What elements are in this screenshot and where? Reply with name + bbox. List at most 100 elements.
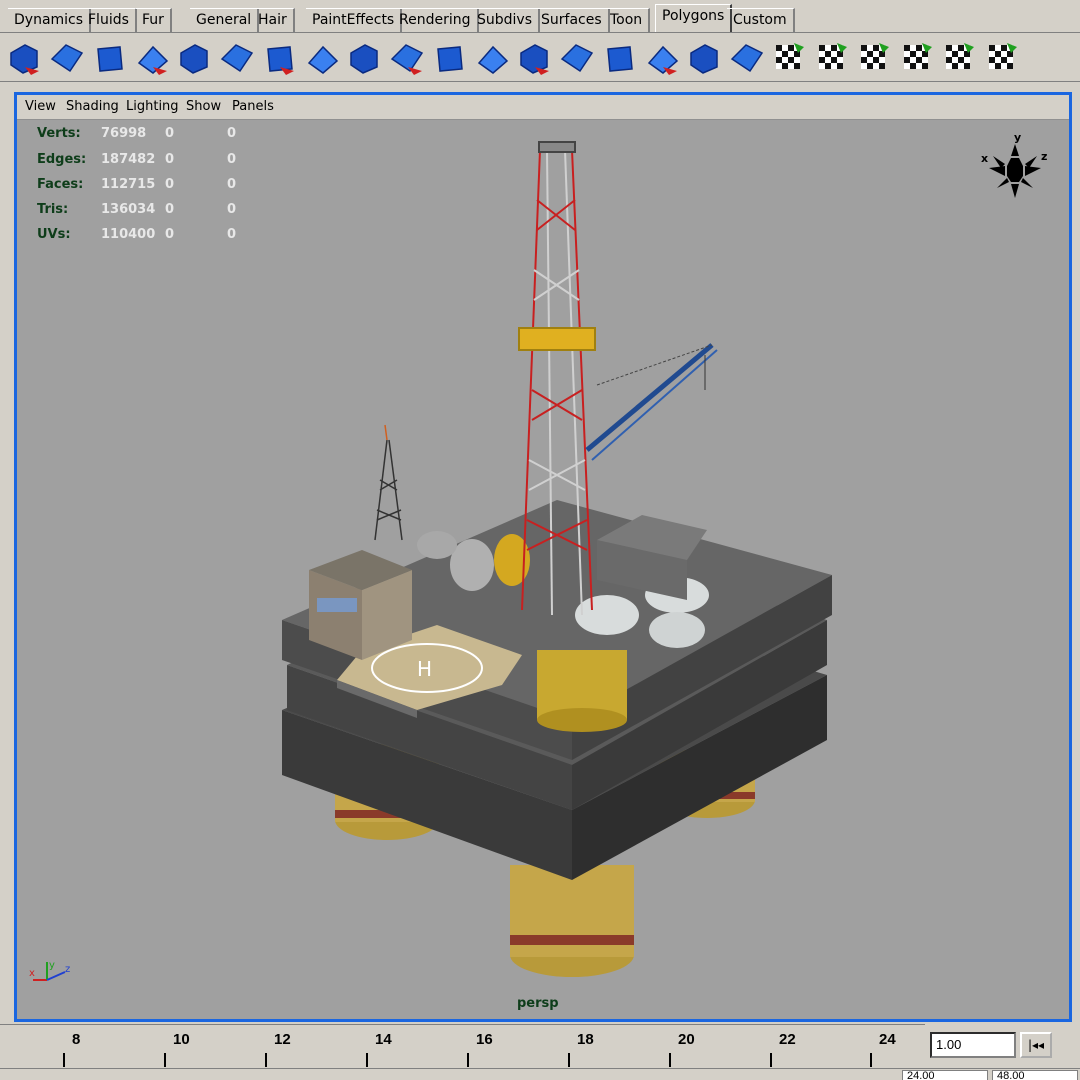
uv-project-tool-button[interactable] bbox=[939, 37, 979, 79]
face-bevel-icon bbox=[390, 44, 423, 75]
sphere-select-icon bbox=[10, 44, 39, 75]
plane-grid-tool-button[interactable] bbox=[217, 37, 257, 79]
cube-extrude-tool-button[interactable] bbox=[302, 37, 342, 79]
tick-label: 18 bbox=[577, 1031, 594, 1048]
time-tick bbox=[265, 1053, 267, 1067]
face-wedge-icon bbox=[607, 46, 633, 72]
cube-scatter-tool-button[interactable] bbox=[47, 37, 87, 79]
time-tick bbox=[467, 1053, 469, 1067]
tick-label: 12 bbox=[274, 1031, 291, 1048]
tick-label: 22 bbox=[779, 1031, 796, 1048]
uv-checker-icon bbox=[776, 43, 804, 69]
uv-cylinder-icon bbox=[861, 43, 889, 69]
time-tick bbox=[568, 1053, 570, 1067]
range-start-field[interactable]: 24.00 bbox=[902, 1070, 988, 1080]
time-tick bbox=[164, 1053, 166, 1067]
viewport-panel: View Shading Lighting Show Panels Verts:… bbox=[14, 92, 1072, 1022]
tick-label: 8 bbox=[72, 1031, 81, 1048]
uv-sphere-icon bbox=[903, 43, 932, 69]
3d-viewport[interactable]: Verts: 76998 0 0 Edges: 187482 0 0 Faces… bbox=[17, 120, 1069, 1019]
uv-cylinder-tool-button[interactable] bbox=[854, 37, 894, 79]
tick-label: 24 bbox=[879, 1031, 896, 1048]
time-tick bbox=[870, 1053, 872, 1067]
gizmo-x-label: x bbox=[29, 968, 35, 979]
uv-map-tool-button[interactable] bbox=[812, 37, 852, 79]
face-lift-icon bbox=[647, 45, 678, 75]
cube-extrude-icon bbox=[307, 45, 338, 74]
plane-pivot-tool-button[interactable] bbox=[727, 37, 767, 79]
tick-label: 10 bbox=[173, 1031, 190, 1048]
sphere-arrow-tool-button[interactable] bbox=[89, 37, 129, 79]
panel-menu-bar: View Shading Lighting Show Panels bbox=[17, 95, 1069, 120]
face-bevel-tool-button[interactable] bbox=[387, 37, 427, 79]
cube-wire-icon bbox=[180, 44, 208, 74]
plane-cut-tool-button[interactable] bbox=[259, 37, 299, 79]
face-duplicate-tool-button[interactable] bbox=[684, 37, 724, 79]
uv-map-icon bbox=[818, 43, 847, 69]
cube-scatter-icon bbox=[50, 44, 83, 73]
uv-sphere-tool-button[interactable] bbox=[897, 37, 937, 79]
menu-show[interactable]: Show bbox=[186, 99, 221, 114]
tick-label: 14 bbox=[375, 1031, 392, 1048]
sphere-select-tool-button[interactable] bbox=[4, 37, 44, 79]
uv-checker-tool-button[interactable] bbox=[769, 37, 809, 79]
menu-shading[interactable]: Shading bbox=[66, 99, 119, 114]
time-slider[interactable]: 8 10 12 14 16 18 20 22 24 bbox=[0, 1024, 925, 1068]
tick-label: 20 bbox=[678, 1031, 695, 1048]
menu-lighting[interactable]: Lighting bbox=[126, 99, 179, 114]
face-extrude-tool-button[interactable] bbox=[429, 37, 469, 79]
cube-wire-tool-button[interactable] bbox=[174, 37, 214, 79]
tab-general[interactable]: General bbox=[190, 8, 260, 32]
gizmo-z-label: z bbox=[65, 964, 70, 975]
cube-sphere-tool-button[interactable] bbox=[132, 37, 172, 79]
uv-editor-tool-button[interactable] bbox=[982, 37, 1022, 79]
time-tick bbox=[669, 1053, 671, 1067]
edge-loop-tool-button[interactable] bbox=[514, 37, 554, 79]
tab-fur[interactable]: Fur bbox=[136, 8, 172, 32]
edge-loop-icon bbox=[520, 44, 549, 75]
current-frame-field[interactable]: 1.00 bbox=[930, 1032, 1016, 1058]
menu-panels[interactable]: Panels bbox=[232, 99, 274, 114]
tab-subdivs[interactable]: Subdivs bbox=[471, 8, 541, 32]
time-tick bbox=[366, 1053, 368, 1067]
tab-custom[interactable]: Custom bbox=[727, 8, 795, 32]
tab-fluids[interactable]: Fluids bbox=[82, 8, 137, 32]
shelf-toolbar bbox=[0, 32, 1080, 82]
plane-cut-icon bbox=[267, 46, 294, 75]
tick-label: 16 bbox=[476, 1031, 493, 1048]
face-lift-tool-button[interactable] bbox=[642, 37, 682, 79]
crane-boom bbox=[585, 343, 718, 461]
plane-grid-icon bbox=[220, 44, 253, 73]
tab-rendering[interactable]: Rendering bbox=[393, 8, 479, 32]
time-tick bbox=[770, 1053, 772, 1067]
axis-gizmo-icon: x y z bbox=[29, 960, 70, 981]
rewind-icon: |◂◂ bbox=[1027, 1038, 1045, 1052]
face-merge-tool-button[interactable] bbox=[472, 37, 512, 79]
edge-split-tool-button[interactable] bbox=[557, 37, 597, 79]
tab-hair[interactable]: Hair bbox=[252, 8, 295, 32]
uv-project-icon bbox=[946, 43, 974, 69]
range-end-field[interactable]: 48.00 bbox=[992, 1070, 1078, 1080]
gizmo-y-label: y bbox=[49, 960, 55, 971]
tab-toon[interactable]: Toon bbox=[604, 8, 651, 32]
edge-split-icon bbox=[560, 44, 593, 73]
face-wedge-tool-button[interactable] bbox=[599, 37, 639, 79]
plane-pivot-icon bbox=[730, 44, 763, 73]
shelf-tab-bar: Dynamics Fluids Fur General Hair PaintEf… bbox=[0, 0, 1080, 32]
tab-painteffects[interactable]: PaintEffects bbox=[306, 8, 403, 32]
face-split-tool-button[interactable] bbox=[344, 37, 384, 79]
sphere-arrow-icon bbox=[97, 46, 123, 72]
tab-dynamics[interactable]: Dynamics bbox=[8, 8, 92, 32]
rewind-button[interactable]: |◂◂ bbox=[1020, 1032, 1052, 1058]
tab-surfaces[interactable]: Surfaces bbox=[535, 8, 610, 32]
face-duplicate-icon bbox=[690, 44, 718, 74]
comm-mast bbox=[374, 424, 403, 541]
time-tick bbox=[63, 1053, 65, 1067]
cube-sphere-icon bbox=[137, 45, 168, 75]
camera-name-label: persp bbox=[517, 996, 559, 1011]
uv-editor-icon bbox=[988, 43, 1017, 69]
tab-polygons[interactable]: Polygons bbox=[655, 4, 733, 32]
oil-platform-model[interactable]: H bbox=[17, 120, 1069, 1019]
menu-view[interactable]: View bbox=[25, 99, 56, 114]
building-block bbox=[309, 550, 412, 660]
